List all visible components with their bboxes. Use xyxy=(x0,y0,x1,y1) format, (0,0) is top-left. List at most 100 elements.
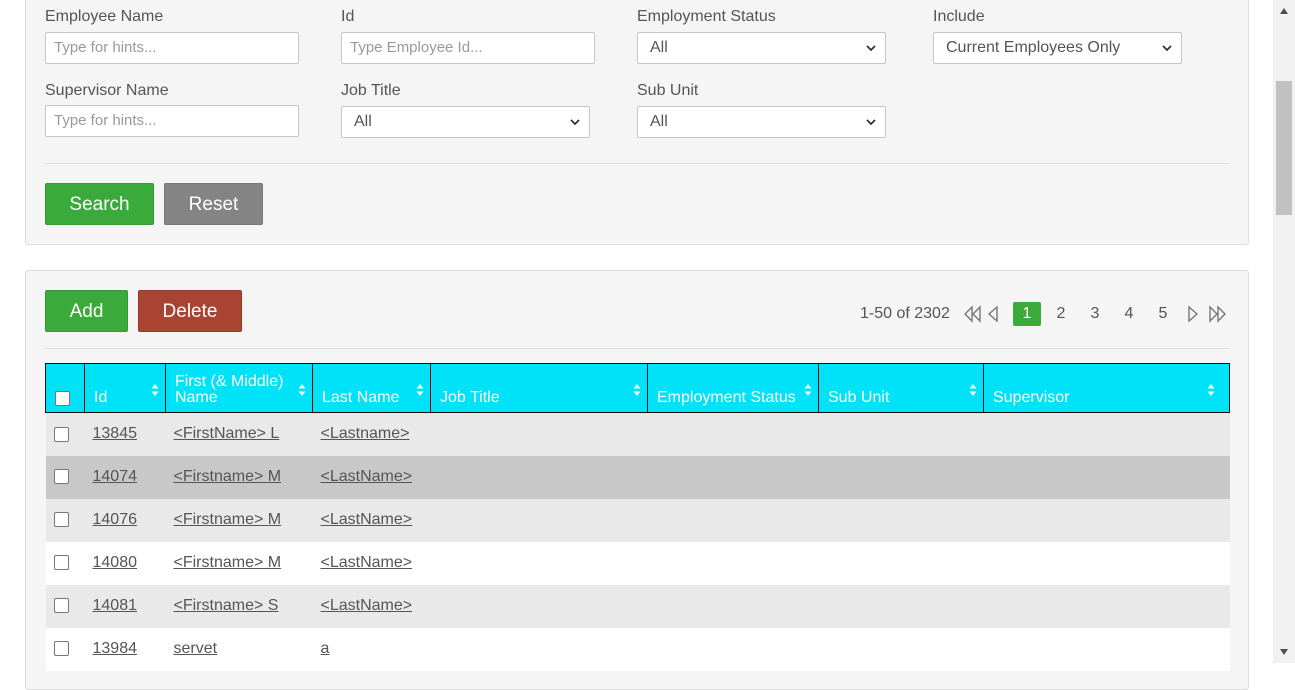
job-title-cell xyxy=(430,584,648,628)
chevron-right-icon[interactable] xyxy=(1186,305,1200,323)
page-5[interactable]: 5 xyxy=(1149,302,1177,326)
column-label: Sub Unit xyxy=(828,389,890,406)
first-name-link[interactable]: <Firstname> M xyxy=(174,511,282,528)
first-name-link[interactable]: <Firstname> M xyxy=(174,468,282,485)
employment-status-select[interactable]: All xyxy=(637,32,886,64)
last-name-link[interactable]: <LastName> xyxy=(321,468,413,485)
chevron-left-icon[interactable] xyxy=(986,305,1000,323)
column-label: First (& Middle) Name xyxy=(175,373,284,406)
supervisor-name-label: Supervisor Name xyxy=(45,82,169,99)
reset-button[interactable]: Reset xyxy=(164,183,263,225)
sort-icon xyxy=(416,384,424,396)
employee-id-link[interactable]: 14080 xyxy=(93,554,138,571)
search-button[interactable]: Search xyxy=(45,183,154,225)
row-checkbox[interactable] xyxy=(53,641,69,657)
employee-id-link[interactable]: 13984 xyxy=(93,640,138,657)
column-header-id[interactable]: Id xyxy=(84,363,166,413)
row-checkbox[interactable] xyxy=(53,426,69,442)
sort-icon xyxy=(804,384,812,396)
employee-id-link[interactable]: 14081 xyxy=(93,597,138,614)
sub-unit-cell xyxy=(818,627,984,671)
employee-list-page: Employee Name Type for hints... Id Type … xyxy=(0,0,1273,690)
employment-status-cell xyxy=(647,455,819,499)
supervisor-cell xyxy=(983,455,1230,499)
sub-unit-select[interactable]: All xyxy=(637,106,886,138)
row-select-cell xyxy=(45,584,85,628)
include-label: Include xyxy=(933,8,985,25)
job-title-label: Job Title xyxy=(341,82,401,99)
column-header-supervisor[interactable]: Supervisor xyxy=(983,363,1230,413)
first-name-link[interactable]: <Firstname> M xyxy=(174,554,282,571)
column-header-employment-status[interactable]: Employment Status xyxy=(647,363,819,413)
sub-unit-cell xyxy=(818,541,984,585)
employment-status-label: Employment Status xyxy=(637,8,776,25)
sort-icon xyxy=(633,384,641,396)
chevron-down-icon xyxy=(570,119,580,126)
pagination-summary: 1-50 of 2302 xyxy=(860,305,950,322)
last-name-link[interactable]: <LastName> xyxy=(321,554,413,571)
table-row: 14080 <Firstname> M <LastName> xyxy=(45,541,1230,585)
scrollbar-thumb[interactable] xyxy=(1276,81,1292,215)
supervisor-cell xyxy=(983,584,1230,628)
sub-unit-cell xyxy=(818,455,984,499)
last-name-link[interactable]: <LastName> xyxy=(321,511,413,528)
employee-table: Id First (& Middle) Name Last Name Job T… xyxy=(45,363,1230,671)
row-select-cell xyxy=(45,455,85,499)
delete-button[interactable]: Delete xyxy=(138,290,242,332)
scroll-up-arrow-icon[interactable] xyxy=(1279,7,1289,15)
column-header-first-name[interactable]: First (& Middle) Name xyxy=(165,363,313,413)
table-row: 14076 <Firstname> M <LastName> xyxy=(45,498,1230,542)
supervisor-name-input[interactable]: Type for hints... xyxy=(45,105,299,137)
page-3[interactable]: 3 xyxy=(1081,302,1109,326)
sort-icon xyxy=(1207,384,1215,396)
job-title-cell xyxy=(430,412,648,456)
row-select-cell xyxy=(45,412,85,456)
job-title-value: All xyxy=(354,113,372,130)
row-select-cell xyxy=(45,541,85,585)
include-select[interactable]: Current Employees Only xyxy=(933,32,1182,64)
row-checkbox[interactable] xyxy=(53,512,69,528)
first-name-link[interactable]: <FirstName> L xyxy=(174,425,280,442)
row-select-cell xyxy=(45,498,85,542)
column-header-job-title[interactable]: Job Title xyxy=(430,363,648,413)
sub-unit-value: All xyxy=(650,113,668,130)
page-1[interactable]: 1 xyxy=(1013,302,1041,326)
add-button[interactable]: Add xyxy=(45,290,128,332)
sort-icon xyxy=(298,384,306,396)
row-checkbox[interactable] xyxy=(53,469,69,485)
employee-id-link[interactable]: 14076 xyxy=(93,511,138,528)
table-row: 13984 servet a xyxy=(45,627,1230,671)
first-name-link[interactable]: servet xyxy=(174,640,218,657)
employee-id-link[interactable]: 13845 xyxy=(93,425,138,442)
column-header-sub-unit[interactable]: Sub Unit xyxy=(818,363,984,413)
table-row: 14081 <Firstname> S <LastName> xyxy=(45,584,1230,628)
row-checkbox[interactable] xyxy=(53,555,69,571)
id-label: Id xyxy=(341,8,355,25)
employment-status-cell xyxy=(647,498,819,542)
filter-divider xyxy=(45,163,1229,164)
select-all-checkbox[interactable] xyxy=(55,391,70,406)
sub-unit-cell xyxy=(818,498,984,542)
double-chevron-right-icon[interactable] xyxy=(1207,305,1227,323)
page-4[interactable]: 4 xyxy=(1115,302,1143,326)
scroll-down-arrow-icon[interactable] xyxy=(1279,648,1289,656)
job-title-cell xyxy=(430,498,648,542)
double-chevron-left-icon[interactable] xyxy=(963,305,983,323)
last-name-link[interactable]: <LastName> xyxy=(321,597,413,614)
last-name-link[interactable]: <Lastname> xyxy=(321,425,410,442)
sub-unit-cell xyxy=(818,412,984,456)
last-name-link[interactable]: a xyxy=(321,640,330,657)
vertical-scrollbar[interactable] xyxy=(1273,0,1295,663)
first-name-link[interactable]: <Firstname> S xyxy=(174,597,279,614)
job-title-select[interactable]: All xyxy=(341,106,590,138)
page-2[interactable]: 2 xyxy=(1047,302,1075,326)
row-select-cell xyxy=(45,627,85,671)
table-row: 14074 <Firstname> M <LastName> xyxy=(45,455,1230,499)
employee-id-link[interactable]: 14074 xyxy=(93,468,138,485)
employee-id-input[interactable]: Type Employee Id... xyxy=(341,32,595,64)
column-label: Id xyxy=(94,389,108,406)
row-checkbox[interactable] xyxy=(53,598,69,614)
employee-name-input[interactable]: Type for hints... xyxy=(45,32,299,64)
sub-unit-cell xyxy=(818,584,984,628)
column-header-last-name[interactable]: Last Name xyxy=(312,363,431,413)
